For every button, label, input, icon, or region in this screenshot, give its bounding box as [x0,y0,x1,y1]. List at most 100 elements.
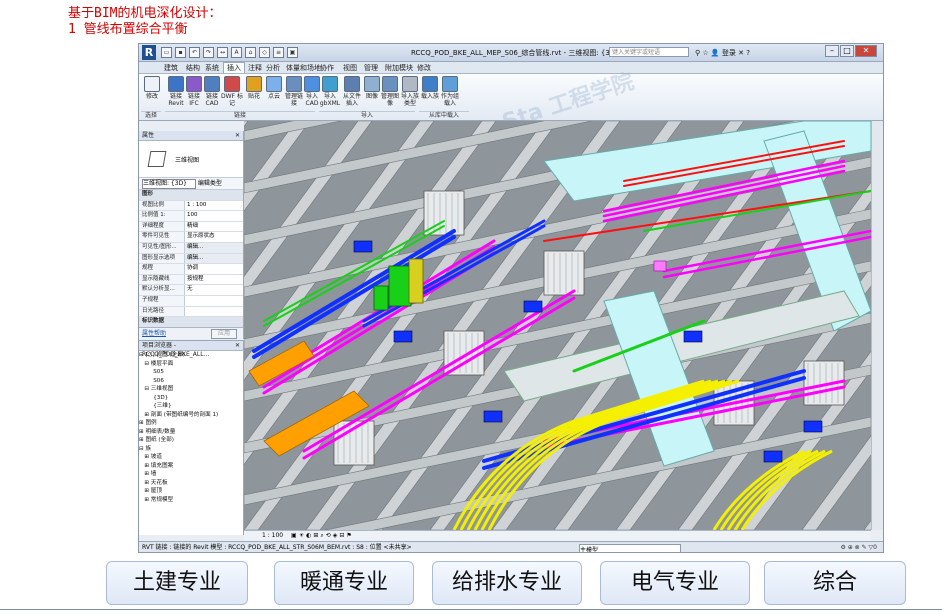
property-value[interactable]: 编辑... [184,253,243,264]
measure-icon[interactable]: ↔ [217,47,228,58]
browser-tree-item[interactable]: {3D} [139,394,243,403]
property-value[interactable]: 1 : 100 [184,200,243,211]
ribbon-button-6[interactable]: 点云 [263,76,285,108]
family-types-icon [402,76,418,92]
slide-title: 基于BIM的机电深化设计： 1 管线布置综合平衡 [68,6,221,38]
close-windows-icon[interactable]: ▣ [287,47,298,58]
view-selector-dropdown[interactable]: 三维视图: {3D} [142,178,196,189]
browser-tree-item[interactable]: ⊟ 三维视图 [139,385,243,394]
browser-tree-item[interactable]: ⊞ 坡道 [139,453,243,462]
browser-tree-item[interactable]: {三维} [139,402,243,411]
section-icon[interactable]: ◇ [259,47,270,58]
save-icon[interactable]: ▪ [175,47,186,58]
mep-model-render[interactable] [244,121,871,530]
view-control-icons[interactable]: ▣☀◐⊞⌕⟲◈⊟⚑ [285,532,354,539]
ribbon-button-3[interactable]: 链接 CAD [201,76,223,108]
browser-tree-item[interactable]: ⊞ 图例 [139,419,243,428]
browser-tree: ⊟ [○] 视图 (全部) ⊟ 楼层平面 S05 S06 ⊟ 三维视图 {3D}… [139,351,243,504]
search-input[interactable]: 键入关键字或短语 [609,47,689,57]
view-toolbar-right[interactable] [871,121,883,530]
text-icon[interactable]: A [231,47,242,58]
undo-icon[interactable]: ↶ [189,47,200,58]
view-scale[interactable]: 1 : 100 [244,532,283,539]
3d-view-icon[interactable]: ⌂ [245,47,256,58]
browser-tree-item[interactable]: ⊞ 天花板 [139,479,243,488]
tab-1[interactable]: 结构 [183,63,203,73]
property-value[interactable] [184,295,243,306]
browser-tree-item[interactable]: ⊞ 剖面 (带图纸编号的剖面 1) [139,411,243,420]
help-button[interactable]: ? [746,49,750,57]
thin-lines-icon[interactable]: ≡ [273,47,284,58]
3d-viewport[interactable] [244,121,871,530]
browser-tree-item[interactable]: ⊞ 填充图案 [139,462,243,471]
binoculars-icon[interactable]: ⚲ [695,49,700,57]
ribbon-button-10[interactable]: 从文件插入 [341,76,363,108]
category-electrical-button[interactable]: 电气专业 [600,561,750,605]
maximize-button[interactable]: □ [840,45,854,57]
tab-9[interactable]: 管理 [361,63,381,73]
edit-type-button[interactable]: 编辑类型 [198,180,222,187]
ribbon-button-5[interactable]: 贴花 [243,76,265,108]
browser-tree-item[interactable]: S06 [139,377,243,386]
ribbon-button-label: 链接 CAD [205,93,219,107]
browser-tree-item[interactable]: S05 [139,368,243,377]
browser-tree-item[interactable]: ⊞ 图纸 (全部) [139,436,243,445]
ribbon-button-4[interactable]: DWF 标记 [221,76,243,108]
property-value[interactable]: 100 [184,211,243,221]
tab-8[interactable]: 视图 [340,63,360,73]
tab-7[interactable]: 协作 [317,63,337,73]
star-icon[interactable]: ☆ [702,49,708,57]
browser-tree-item[interactable]: ⊞ 屋顶 [139,487,243,496]
tab-4[interactable]: 注释 [245,63,265,73]
selection-filter[interactable]: ⚙ ⊕ ⊗ ✎ ▽0 [840,542,877,552]
ribbon-button-12[interactable]: 管理图像 [379,76,401,108]
user-icon[interactable]: 👤 [711,49,720,57]
ribbon-button-15[interactable]: 作为组载入 [439,76,461,108]
browser-tree-item[interactable]: ⊞ 明细表/数量 [139,428,243,437]
property-value[interactable]: 协调 [184,264,243,274]
active-model-box[interactable]: 主模型 [579,544,681,552]
open-icon[interactable]: ▭ [161,47,172,58]
browser-tree-item[interactable]: ⊞ 墙 [139,470,243,479]
close-x-icon[interactable]: ✕ [738,49,744,57]
category-hvac-button[interactable]: 暖通专业 [274,561,414,605]
slide-title-line2: 1 管线布置综合平衡 [68,22,188,37]
ribbon-button-0[interactable]: 修改 [141,76,163,108]
browser-tree-item[interactable]: ⊟ 楼层平面 [139,360,243,369]
property-name: 默认分析显... [142,286,175,293]
properties-help-link[interactable]: 属性帮助 [139,330,166,337]
ribbon-button-13[interactable]: 导入族类型 [399,76,421,108]
revit-logo-icon[interactable]: R [142,45,156,60]
redo-icon[interactable]: ↷ [203,47,214,58]
browser-tree-item[interactable]: ⊞ 常规模型 [139,496,243,505]
tab-3[interactable]: 插入 [223,62,245,73]
type-selector[interactable]: 三维视图 [139,141,243,178]
login-link[interactable]: 登录 [722,49,736,57]
property-value[interactable]: 无 [184,285,243,295]
property-value[interactable]: 编辑... [184,242,243,253]
category-combined-button[interactable]: 综合 [764,561,906,605]
ribbon-button-14[interactable]: 载入族 [419,76,441,108]
apply-button[interactable]: 应用 [211,329,237,339]
tab-11[interactable]: 修改 [414,63,434,73]
property-row: 视图比例 1 : 100 [139,200,243,212]
category-civil-button[interactable]: 土建专业 [106,561,248,605]
property-value[interactable]: 按规程 [184,274,243,285]
property-value[interactable]: 精细 [184,221,243,232]
close-icon[interactable]: ✕ [235,341,240,350]
ribbon-button-9[interactable]: 导入 gbXML [319,76,341,108]
tab-2[interactable]: 系统 [202,63,222,73]
property-value[interactable]: 显示原状态 [184,232,243,242]
property-value[interactable] [184,306,243,317]
property-name: 零件可见性 [142,233,170,240]
tab-5[interactable]: 分析 [263,63,283,73]
tab-0[interactable]: 建筑 [161,63,181,73]
category-plumbing-button[interactable]: 给排水专业 [432,561,582,605]
browser-tree-item[interactable]: ⊟ 族 [139,445,243,454]
tab-10[interactable]: 附加模块 [382,63,416,73]
ribbon-button-label: 载入族 [420,93,439,100]
close-icon[interactable]: ✕ [235,131,240,140]
minimize-button[interactable]: – [825,45,839,57]
bottom-rule [0,609,942,610]
close-button[interactable]: ✕ [855,45,877,57]
